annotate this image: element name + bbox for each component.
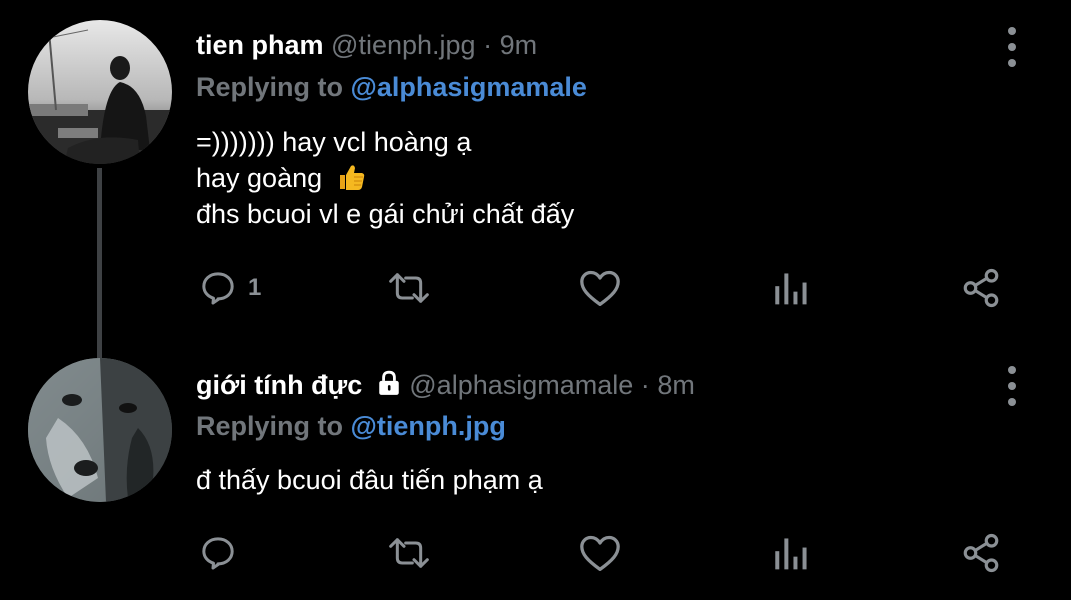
reply-icon xyxy=(202,272,234,305)
tweet-text-line: =))))))) hay vcl hoàng ạ xyxy=(196,127,472,157)
tweet-1[interactable]: tien pham @tienph.jpg · 9m Replying to @… xyxy=(0,0,1071,340)
separator-dot: · xyxy=(483,30,493,60)
reply-count: 1 xyxy=(248,274,262,301)
replying-to: Replying to @alphasigmamale xyxy=(196,72,587,103)
retweet-button[interactable] xyxy=(385,263,433,313)
replying-to: Replying to @tienph.jpg xyxy=(196,411,506,442)
replying-to-mention[interactable]: @alphasigmamale xyxy=(351,72,587,102)
separator-dot: · xyxy=(640,370,650,400)
avatar[interactable] xyxy=(28,358,172,502)
replying-to-mention[interactable]: @tienph.jpg xyxy=(351,411,506,441)
analytics-button[interactable] xyxy=(771,528,809,578)
lock-icon xyxy=(379,370,399,395)
replying-to-label: Replying to xyxy=(196,411,343,441)
tweet-header: giới tính đực @alphasigmamale · 8m xyxy=(196,370,695,401)
replying-to-label: Replying to xyxy=(196,72,343,102)
avatar[interactable] xyxy=(28,20,172,164)
tweet-text: =))))))) hay vcl hoàng ạ hay goàng đhs b… xyxy=(196,124,574,232)
heart-icon xyxy=(580,270,620,306)
analytics-button[interactable] xyxy=(771,263,809,313)
tweet-text: đ thấy bcuoi đâu tiến phạm ạ xyxy=(196,462,543,498)
tweet-text-line-with-emoji: hay goàng xyxy=(196,160,574,196)
avatar-wolf-face-photo xyxy=(28,358,172,502)
share-icon xyxy=(963,533,999,573)
display-name[interactable]: giới tính đực xyxy=(196,370,362,400)
timestamp[interactable]: 9m xyxy=(500,30,538,60)
user-handle[interactable]: @alphasigmamale xyxy=(409,370,633,400)
share-icon xyxy=(963,268,999,308)
tweet-header: tien pham @tienph.jpg · 9m xyxy=(196,30,537,61)
retweet-icon xyxy=(389,273,429,303)
reply-icon xyxy=(202,537,234,570)
reply-button[interactable] xyxy=(198,528,248,578)
timestamp[interactable]: 8m xyxy=(657,370,695,400)
more-options-icon[interactable] xyxy=(1000,27,1024,67)
like-button[interactable] xyxy=(578,263,622,313)
analytics-icon xyxy=(775,538,807,570)
retweet-icon xyxy=(389,538,429,568)
tweet-text-line: đhs bcuoi vl e gái chửi chất đấy xyxy=(196,199,575,229)
tweet-actions: 1 xyxy=(0,263,1071,313)
analytics-icon xyxy=(775,273,807,305)
tweet-actions xyxy=(0,528,1071,578)
tweet-2[interactable]: giới tính đực @alphasigmamale · 8m Reply… xyxy=(0,340,1071,600)
display-name[interactable]: tien pham xyxy=(196,30,324,60)
like-button[interactable] xyxy=(578,528,622,578)
share-button[interactable] xyxy=(960,528,1002,578)
tweet-text-line: hay goàng xyxy=(196,163,323,193)
tweet-text-line: đ thấy bcuoi đâu tiến phạm ạ xyxy=(196,465,543,495)
retweet-button[interactable] xyxy=(385,528,433,578)
user-handle[interactable]: @tienph.jpg xyxy=(331,30,476,60)
share-button[interactable] xyxy=(960,263,1002,313)
thumbs-up-emoji-icon xyxy=(339,165,364,190)
more-options-icon[interactable] xyxy=(1000,366,1024,406)
reply-button[interactable]: 1 xyxy=(198,263,261,313)
avatar-man-photo xyxy=(28,20,172,164)
heart-icon xyxy=(580,535,620,571)
